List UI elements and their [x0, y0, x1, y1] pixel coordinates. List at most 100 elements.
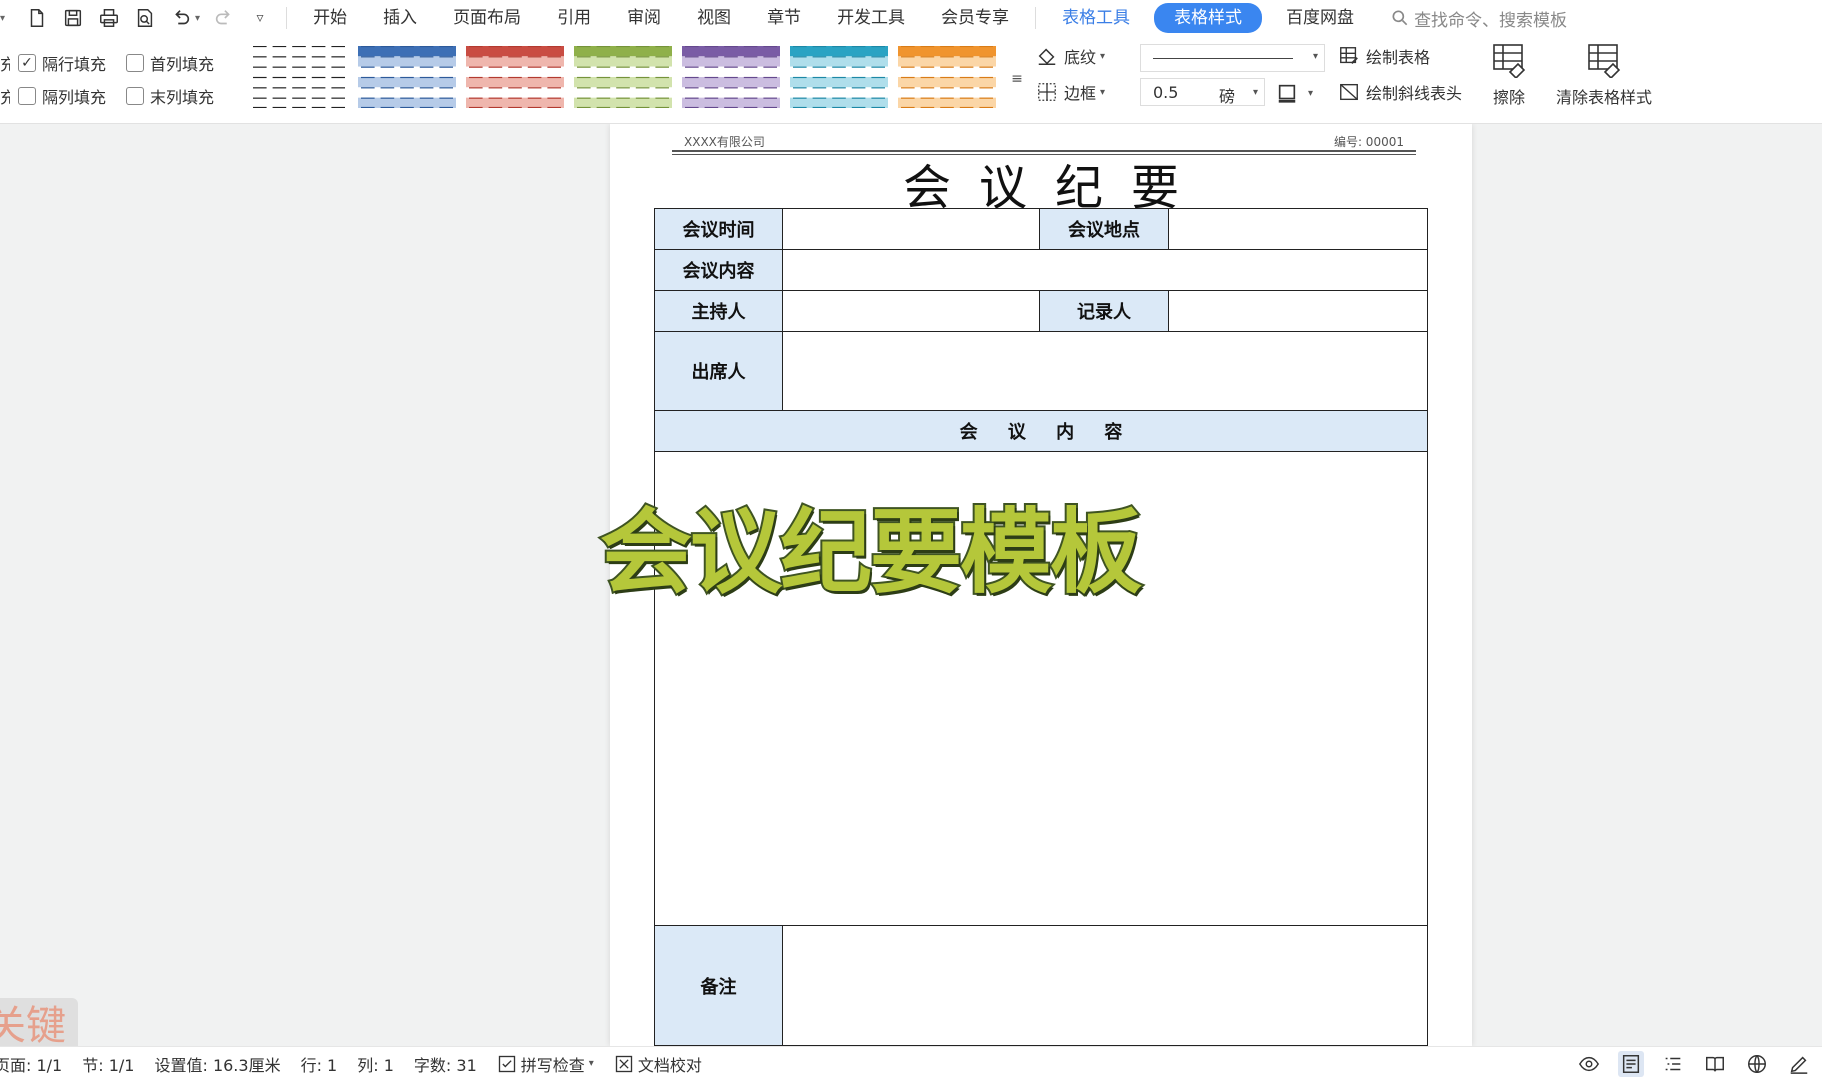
table-style-teal[interactable] [790, 45, 888, 109]
spell-check-button[interactable]: 拼写检查 ▾ [497, 1052, 594, 1076]
menu-table-tools[interactable]: 表格工具 [1044, 0, 1148, 36]
status-setting: 设置值: 16.3厘米 [154, 1055, 281, 1075]
table-style-green[interactable] [574, 45, 672, 109]
document-area[interactable]: XXXX有限公司 编号: 00001 会议纪要 会议时间 会议地点 会议内容 主… [0, 124, 1822, 1046]
status-page[interactable]: 页面: 1/1 [0, 1052, 62, 1076]
eye-protection-icon[interactable] [1576, 1051, 1602, 1077]
table-style-preview-icon [466, 45, 564, 109]
menu-member[interactable]: 会员专享 [923, 0, 1027, 36]
border-button[interactable]: 边框 ▾ [1036, 80, 1105, 104]
draw-table-label: 绘制表格 [1366, 48, 1431, 67]
menu-references[interactable]: 引用 [539, 0, 609, 36]
clipped-label: 充 [0, 87, 10, 107]
search-icon [1392, 10, 1408, 26]
status-bar: 页面: 1/1 节: 1/1 设置值: 16.3厘米 行: 1 列: 1 字数:… [0, 1046, 1822, 1080]
table-style-red[interactable] [466, 45, 564, 109]
erase-label: 擦除 [1492, 88, 1525, 107]
border-label: 边框 [1064, 84, 1097, 103]
cell-meeting-time[interactable] [782, 208, 1040, 250]
line-style-select[interactable]: ▾ [1140, 44, 1325, 72]
status-section: 节: 1/1 [82, 1055, 135, 1075]
menu-bar: ▾ ▾ ▿ 开始 插入 页面布局 引用 审阅 视图 章节 开发工具 会员专享 表… [0, 0, 1822, 36]
redo-icon[interactable] [210, 4, 238, 32]
chevron-down-icon: ▾ [1100, 50, 1106, 62]
menu-page-layout[interactable]: 页面布局 [435, 0, 539, 36]
undo-icon[interactable] [167, 4, 195, 32]
draw-diagonal-label: 绘制斜线表头 [1366, 84, 1463, 103]
menu-developer[interactable]: 开发工具 [819, 0, 923, 36]
label-recorder: 记录人 [1039, 290, 1169, 332]
menu-separator [1035, 7, 1037, 29]
spell-check-icon [498, 1055, 515, 1072]
checkbox-unchecked-icon [18, 86, 36, 105]
command-search[interactable]: 查找命令、搜索模板 [1390, 6, 1567, 31]
spell-check-label: 拼写检查 [520, 1055, 585, 1075]
checkbox-first-column-fill[interactable]: 首列填充 [126, 51, 214, 75]
paint-bucket-icon [1038, 48, 1056, 65]
cell-meeting-content[interactable] [782, 249, 1428, 291]
chevron-down-icon: ▾ [1308, 87, 1314, 99]
draw-table-button[interactable]: 绘制表格 [1338, 44, 1430, 68]
chevron-down-icon: ▾ [1312, 51, 1318, 62]
print-icon[interactable] [95, 4, 123, 32]
menu-view[interactable]: 视图 [679, 0, 749, 36]
table-style-preview-icon [358, 45, 456, 109]
shading-button[interactable]: 底纹 ▾ [1036, 44, 1105, 68]
cell-attendees[interactable] [782, 331, 1428, 411]
table-style-purple[interactable] [682, 45, 780, 109]
outline-view-icon[interactable] [1660, 1051, 1686, 1077]
gallery-expand-icon[interactable]: ≡ [1008, 46, 1026, 112]
table-style-none[interactable] [250, 45, 348, 109]
print-preview-icon[interactable] [131, 4, 159, 32]
draw-diagonal-header-button[interactable]: 绘制斜线表头 [1338, 80, 1462, 104]
qa-chevron-down-icon[interactable]: ▾ [0, 13, 5, 24]
undo-chevron-down-icon[interactable]: ▾ [195, 13, 200, 24]
diagonal-header-icon [1340, 83, 1358, 101]
cell-recorder[interactable] [1168, 290, 1428, 332]
table-style-preview-icon [898, 45, 996, 109]
cell-meeting-place[interactable] [1168, 208, 1428, 250]
save-icon[interactable] [59, 4, 87, 32]
clear-table-style-button[interactable]: 清除表格样式 [1556, 42, 1652, 108]
write-mode-icon[interactable] [1786, 1051, 1812, 1077]
menu-insert[interactable]: 插入 [365, 0, 435, 36]
web-view-icon[interactable] [1744, 1051, 1770, 1077]
checkbox-unchecked-icon [126, 53, 145, 72]
new-document-icon[interactable] [23, 4, 51, 32]
section-heading-meeting-content: 会 议 内 容 [654, 410, 1428, 452]
status-word-count[interactable]: 字数: 31 [414, 1052, 477, 1076]
table-style-blue[interactable] [358, 45, 456, 109]
status-row: 行: 1 [300, 1055, 338, 1075]
erase-button[interactable]: 擦除 [1490, 42, 1528, 108]
line-color-button[interactable]: ▾ [1276, 82, 1313, 104]
quick-access-toolbar: ▾ ▾ ▿ [0, 0, 278, 36]
checkbox-alternate-row-fill[interactable]: ✓ 隔行填充 [18, 51, 106, 75]
chevron-down-icon: ▾ [588, 1058, 594, 1069]
menu-baidu-netdisk[interactable]: 百度网盘 [1268, 0, 1372, 36]
page-view-icon[interactable] [1618, 1051, 1644, 1077]
draw-table-icon [1340, 47, 1358, 64]
checkbox-label: 首列填充 [150, 54, 215, 74]
cell-notes[interactable] [782, 925, 1428, 1046]
reading-view-icon[interactable] [1702, 1051, 1728, 1077]
table-style-orange[interactable] [898, 45, 996, 109]
document-proofread-button[interactable]: 文档校对 [614, 1052, 702, 1076]
checkbox-last-column-fill[interactable]: 末列填充 [126, 84, 214, 108]
menu-chapter[interactable]: 章节 [749, 0, 819, 36]
eraser-icon [1493, 44, 1526, 78]
line-weight-select[interactable]: 0.5 磅 ▾ [1140, 78, 1265, 106]
customize-qa-icon[interactable]: ▿ [246, 4, 274, 32]
menu-home[interactable]: 开始 [295, 0, 365, 36]
cell-host[interactable] [782, 290, 1040, 332]
table-style-preview-icon [574, 45, 672, 109]
checkbox-label: 隔行填充 [42, 54, 107, 74]
meeting-minutes-table[interactable]: 会议时间 会议地点 会议内容 主持人 记录人 出席人 会 议 内 容 备注 [654, 208, 1428, 1046]
label-notes: 备注 [654, 925, 783, 1046]
video-overlay-title: 会议纪要模板 [598, 497, 1144, 608]
menu-table-style[interactable]: 表格样式 [1154, 3, 1263, 33]
checkbox-alternate-column-fill[interactable]: 隔列填充 [18, 84, 106, 108]
line-style-preview [1153, 58, 1293, 59]
clear-style-label: 清除表格样式 [1556, 88, 1653, 107]
menu-review[interactable]: 审阅 [609, 0, 679, 36]
line-weight-unit: 磅 [1219, 87, 1236, 106]
